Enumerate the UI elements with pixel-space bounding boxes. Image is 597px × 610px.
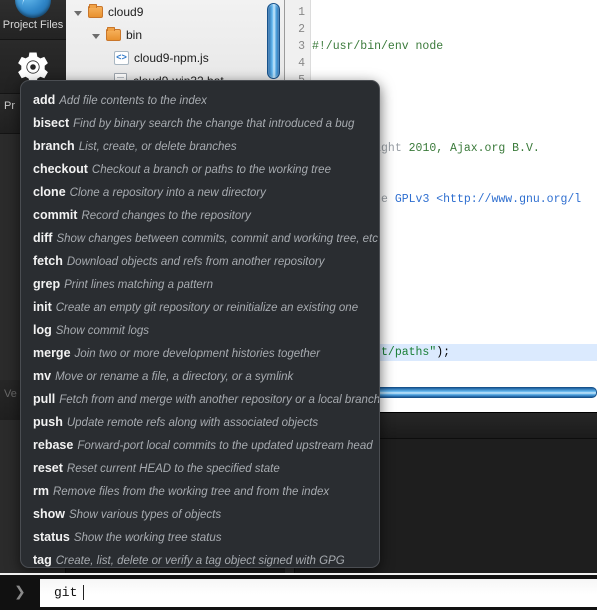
autocomplete-command: rebase <box>33 438 74 452</box>
autocomplete-item-status[interactable]: status Show the working tree status <box>21 526 379 549</box>
file-tree-panel: cloud9 bin <> cloud9-npm.js cloud9-win32… <box>66 0 285 82</box>
autocomplete-description: Add file contents to the index <box>59 95 207 107</box>
tree-item-label: bin <box>126 27 143 42</box>
autocomplete-item-log[interactable]: log Show commit logs <box>21 319 379 342</box>
autocomplete-item-push[interactable]: push Update remote refs along with associ… <box>21 411 379 434</box>
file-tree-scrollbar[interactable] <box>267 3 280 79</box>
sidebar-item-label: Pr <box>4 100 15 112</box>
folder-icon <box>106 26 121 41</box>
autocomplete-description: Create, list, delete or verify a tag obj… <box>55 555 345 567</box>
git-command-autocomplete[interactable]: add Add file contents to the index bisect F… <box>20 80 380 568</box>
autocomplete-description: List, create, or delete branches <box>78 141 237 153</box>
autocomplete-item-bisect[interactable]: bisect Find by binary search the change t… <box>21 112 379 135</box>
autocomplete-item-init[interactable]: init Create an empty git repository or re… <box>21 296 379 319</box>
autocomplete-item-commit[interactable]: commit Record changes to the repository <box>21 204 379 227</box>
autocomplete-item-reset[interactable]: reset Reset current HEAD to the specified… <box>21 457 379 480</box>
globe-icon <box>15 0 51 18</box>
autocomplete-description: Reset current HEAD to the specified stat… <box>66 463 280 475</box>
autocomplete-item-add[interactable]: add Add file contents to the index <box>21 89 379 112</box>
tree-item-label: cloud9-npm.js <box>134 50 209 65</box>
chevron-down-icon[interactable] <box>74 6 86 18</box>
autocomplete-description: Fetch from and merge with another reposi… <box>59 394 379 406</box>
autocomplete-command: show <box>33 507 65 521</box>
autocomplete-command: status <box>33 530 70 544</box>
autocomplete-description: Clone a repository into a new directory <box>69 187 266 199</box>
autocomplete-item-diff[interactable]: diff Show changes between commits, commit… <box>21 227 379 250</box>
autocomplete-item-pull[interactable]: pull Fetch from and merge with another re… <box>21 388 379 411</box>
autocomplete-item-mv[interactable]: mv Move or rename a file, a directory, or… <box>21 365 379 388</box>
autocomplete-item-clone[interactable]: clone Clone a repository into a new direc… <box>21 181 379 204</box>
autocomplete-command: fetch <box>33 254 63 268</box>
autocomplete-description: Checkout a branch or paths to the workin… <box>91 164 331 176</box>
autocomplete-command: tag <box>33 553 52 567</box>
autocomplete-command: grep <box>33 277 61 291</box>
autocomplete-description: Show changes between commits, commit and… <box>56 233 378 245</box>
autocomplete-item-merge[interactable]: merge Join two or more development histor… <box>21 342 379 365</box>
autocomplete-description: Show the working tree status <box>73 532 222 544</box>
autocomplete-command: pull <box>33 392 56 406</box>
autocomplete-item-rebase[interactable]: rebase Forward-port local commits to the … <box>21 434 379 457</box>
line-number: 4 <box>298 57 305 70</box>
terminal-input[interactable]: git <box>40 578 597 607</box>
autocomplete-command: log <box>33 323 52 337</box>
code-line: #!/usr/bin/env node <box>312 40 444 53</box>
autocomplete-command: push <box>33 415 63 429</box>
prompt-chevron-icon: ❯ <box>14 582 26 604</box>
autocomplete-command: mv <box>33 369 52 383</box>
autocomplete-item-show[interactable]: show Show various types of objects <box>21 503 379 526</box>
autocomplete-item-grep[interactable]: grep Print lines matching a pattern <box>21 273 379 296</box>
folder-icon <box>88 3 103 18</box>
autocomplete-description: Create an empty git repository or reinit… <box>55 302 359 314</box>
autocomplete-description: Print lines matching a pattern <box>64 279 214 291</box>
gear-icon <box>18 52 48 83</box>
autocomplete-description: Forward-port local commits to the update… <box>77 440 373 452</box>
autocomplete-command: commit <box>33 208 78 222</box>
autocomplete-description: Join two or more development histories t… <box>74 348 320 360</box>
autocomplete-description: Find by binary search the change that in… <box>73 118 355 130</box>
autocomplete-item-tag[interactable]: tag Create, list, delete or verify a tag … <box>21 549 379 567</box>
chevron-down-icon[interactable] <box>92 29 104 41</box>
autocomplete-description: Remove files from the working tree and f… <box>52 486 330 498</box>
autocomplete-item-checkout[interactable]: checkout Checkout a branch or paths to th… <box>21 158 379 181</box>
line-number: 3 <box>298 40 305 53</box>
line-number: 1 <box>298 6 305 19</box>
terminal-bar[interactable]: ❯ git <box>0 575 597 610</box>
autocomplete-command: clone <box>33 185 66 199</box>
autocomplete-command: reset <box>33 461 63 475</box>
autocomplete-command: branch <box>33 139 75 153</box>
autocomplete-item-rm[interactable]: rm Remove files from the working tree and… <box>21 480 379 503</box>
autocomplete-command: bisect <box>33 116 70 130</box>
autocomplete-command: add <box>33 93 56 107</box>
tree-item-folder[interactable]: cloud9 <box>66 0 284 23</box>
autocomplete-description: Download objects and refs from another r… <box>66 256 325 268</box>
javascript-file-icon: <> <box>114 50 129 65</box>
sidebar-item-label: Project Files <box>2 19 64 31</box>
autocomplete-description: Move or rename a file, a directory, or a… <box>55 371 294 383</box>
autocomplete-command: checkout <box>33 162 88 176</box>
autocomplete-description: Show commit logs <box>55 325 150 337</box>
tree-item-file[interactable]: <> cloud9-npm.js <box>66 46 284 69</box>
autocomplete-command: merge <box>33 346 71 360</box>
autocomplete-item-branch[interactable]: branch List, create, or delete branches <box>21 135 379 158</box>
autocomplete-description: Record changes to the repository <box>81 210 251 222</box>
autocomplete-item-fetch[interactable]: fetch Download objects and refs from anot… <box>21 250 379 273</box>
terminal-input-value: git <box>54 585 78 600</box>
autocomplete-command: rm <box>33 484 49 498</box>
line-number: 2 <box>298 23 305 36</box>
sidebar-item-project-files[interactable]: Project Files <box>0 0 66 40</box>
autocomplete-command: init <box>33 300 52 314</box>
sidebar-item-label: Ve <box>4 388 17 400</box>
tree-item-label: cloud9 <box>108 4 144 19</box>
tree-item-folder[interactable]: bin <box>66 23 284 46</box>
autocomplete-description: Update remote refs along with associated… <box>66 417 319 429</box>
autocomplete-description: Show various types of objects <box>68 509 222 521</box>
autocomplete-command: diff <box>33 231 53 245</box>
text-caret <box>83 585 85 600</box>
